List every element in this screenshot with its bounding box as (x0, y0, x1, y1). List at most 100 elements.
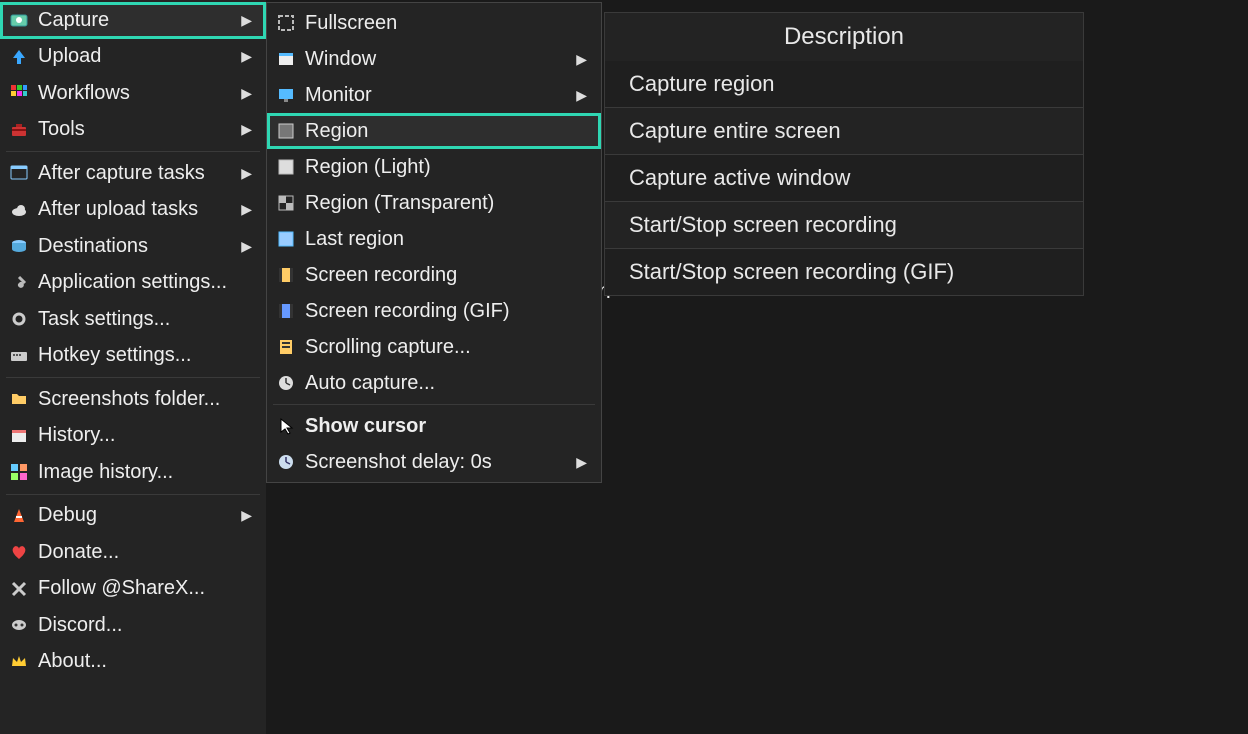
submenu-last-region[interactable]: Last region (267, 221, 601, 257)
folder-icon (8, 388, 30, 410)
submenu-region[interactable]: Region (267, 113, 601, 149)
submenu-arrow-icon: ▶ (241, 165, 252, 182)
submenu-label: Fullscreen (305, 12, 593, 35)
region-light-icon (275, 156, 297, 178)
discord-icon (8, 614, 30, 636)
fullscreen-icon (275, 12, 297, 34)
film-gif-icon (275, 300, 297, 322)
description-table: Description Capture region Capture entir… (604, 12, 1084, 296)
menu-label: Follow @ShareX... (38, 577, 258, 600)
submenu-window[interactable]: Window ▶ (267, 41, 601, 77)
region-icon (275, 120, 297, 142)
capture-submenu: Fullscreen Window ▶ Monitor ▶ Region Reg… (266, 2, 602, 483)
submenu-arrow-icon: ▶ (241, 12, 252, 29)
submenu-scrolling-capture[interactable]: Scrolling capture... (267, 329, 601, 365)
menu-debug[interactable]: Debug ▶ (0, 498, 266, 535)
submenu-label: Screenshot delay: 0s (305, 451, 576, 474)
menu-history[interactable]: History... (0, 418, 266, 455)
submenu-arrow-icon: ▶ (576, 454, 587, 471)
menu-after-capture-tasks[interactable]: After capture tasks ▶ (0, 155, 266, 192)
menu-label: About... (38, 650, 258, 673)
menu-application-settings[interactable]: Application settings... (0, 265, 266, 302)
menu-after-upload-tasks[interactable]: After upload tasks ▶ (0, 192, 266, 229)
submenu-auto-capture[interactable]: Auto capture... (267, 365, 601, 401)
menu-label: Tools (38, 118, 241, 141)
menu-label: After capture tasks (38, 162, 241, 185)
submenu-screen-recording[interactable]: Screen recording (267, 257, 601, 293)
submenu-arrow-icon: ▶ (241, 507, 252, 524)
submenu-arrow-icon: ▶ (241, 238, 252, 255)
menu-hotkey-settings[interactable]: Hotkey settings... (0, 338, 266, 375)
menu-label: Capture (38, 9, 241, 32)
menu-capture[interactable]: Capture ▶ (0, 2, 266, 39)
x-logo-icon (8, 578, 30, 600)
film-icon (275, 264, 297, 286)
history-icon (8, 425, 30, 447)
submenu-label: Auto capture... (305, 372, 593, 395)
menu-label: Task settings... (38, 308, 258, 331)
camera-icon (8, 9, 30, 31)
menu-destinations[interactable]: Destinations ▶ (0, 228, 266, 265)
menu-label: After upload tasks (38, 198, 241, 221)
submenu-label: Region (Transparent) (305, 192, 593, 215)
images-icon (8, 461, 30, 483)
monitor-icon (275, 84, 297, 106)
submenu-label: Show cursor (305, 415, 593, 438)
menu-about[interactable]: About... (0, 644, 266, 681)
cloud-icon (8, 199, 30, 221)
menu-discord[interactable]: Discord... (0, 607, 266, 644)
menu-screenshots-folder[interactable]: Screenshots folder... (0, 381, 266, 418)
submenu-label: Screen recording (305, 264, 593, 287)
submenu-label: Monitor (305, 84, 576, 107)
grid-icon (8, 82, 30, 104)
menu-tools[interactable]: Tools ▶ (0, 112, 266, 149)
menu-follow-sharex[interactable]: Follow @ShareX... (0, 571, 266, 608)
table-row[interactable]: Capture region (604, 61, 1084, 108)
clock-icon (275, 451, 297, 473)
submenu-monitor[interactable]: Monitor ▶ (267, 77, 601, 113)
description-header: Description (604, 12, 1084, 61)
submenu-screen-recording-gif[interactable]: Screen recording (GIF) (267, 293, 601, 329)
menu-label: Hotkey settings... (38, 344, 258, 367)
window-icon (8, 162, 30, 184)
submenu-arrow-icon: ▶ (576, 51, 587, 68)
menu-upload[interactable]: Upload ▶ (0, 39, 266, 76)
table-row[interactable]: Capture entire screen (604, 108, 1084, 155)
table-row[interactable]: Start/Stop screen recording (604, 202, 1084, 249)
table-row[interactable]: Start/Stop screen recording (GIF) (604, 249, 1084, 296)
toolbox-icon (8, 119, 30, 141)
menu-label: History... (38, 424, 258, 447)
submenu-label: Window (305, 48, 576, 71)
submenu-fullscreen[interactable]: Fullscreen (267, 5, 601, 41)
disk-icon (8, 235, 30, 257)
menu-workflows[interactable]: Workflows ▶ (0, 75, 266, 112)
submenu-region-light[interactable]: Region (Light) (267, 149, 601, 185)
submenu-label: Screen recording (GIF) (305, 300, 593, 323)
window-icon (275, 48, 297, 70)
submenu-arrow-icon: ▶ (241, 85, 252, 102)
sidebar-menu: Capture ▶ Upload ▶ Workflows ▶ Tools ▶ A… (0, 0, 266, 734)
scroll-icon (275, 336, 297, 358)
menu-label: Discord... (38, 614, 258, 637)
menu-image-history[interactable]: Image history... (0, 454, 266, 491)
submenu-arrow-icon: ▶ (576, 87, 587, 104)
submenu-show-cursor[interactable]: Show cursor (267, 408, 601, 444)
keyboard-icon (8, 345, 30, 367)
menu-label: Application settings... (38, 271, 258, 294)
separator (6, 377, 260, 378)
menu-label: Screenshots folder... (38, 388, 258, 411)
submenu-label: Scrolling capture... (305, 336, 593, 359)
menu-label: Upload (38, 45, 241, 68)
menu-label: Image history... (38, 461, 258, 484)
separator (273, 404, 595, 405)
menu-task-settings[interactable]: Task settings... (0, 301, 266, 338)
submenu-screenshot-delay[interactable]: Screenshot delay: 0s ▶ (267, 444, 601, 480)
menu-label: Debug (38, 504, 241, 527)
menu-label: Donate... (38, 541, 258, 564)
up-arrow-icon (8, 46, 30, 68)
menu-donate[interactable]: Donate... (0, 534, 266, 571)
submenu-region-transparent[interactable]: Region (Transparent) (267, 185, 601, 221)
table-row[interactable]: Capture active window (604, 155, 1084, 202)
gear-icon (8, 308, 30, 330)
submenu-arrow-icon: ▶ (241, 48, 252, 65)
